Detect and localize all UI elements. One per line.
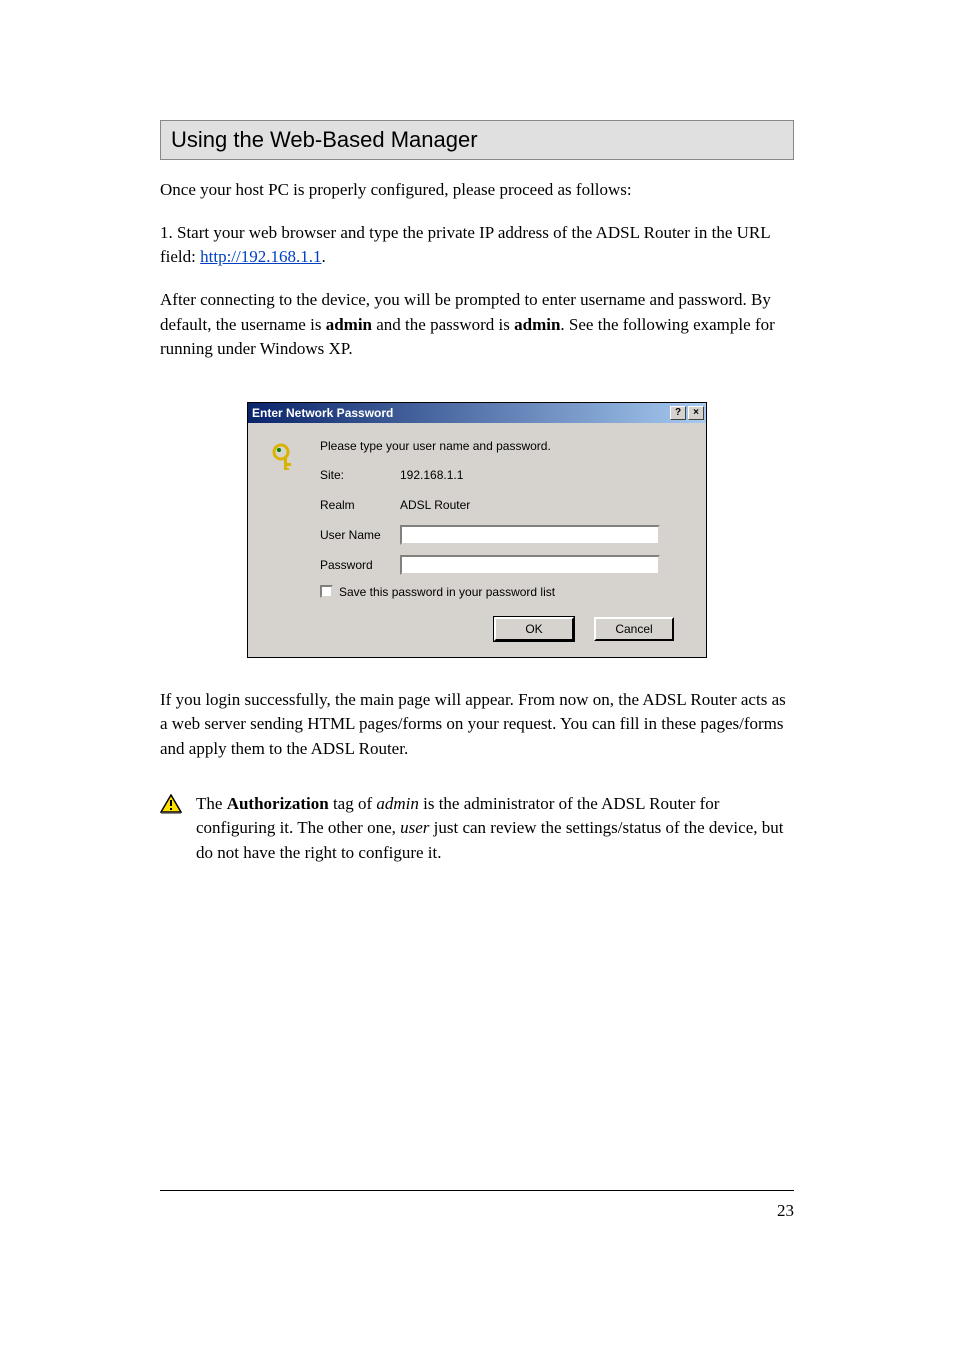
site-value: 192.168.1.1 [400,468,690,482]
credentials-paragraph: After connecting to the device, you will… [160,288,794,362]
login-dialog: Enter Network Password ? × Please type y… [247,402,707,658]
cred-example: example [693,315,751,334]
save-password-label: Save this password in your password list [339,585,555,599]
cred-text-3: . See the following [560,315,693,334]
default-password: admin [514,315,560,334]
step-1-suffix: . [322,247,326,266]
password-input[interactable] [400,555,660,575]
realm-value: ADSL Router [400,498,690,512]
key-icon [270,443,300,476]
cancel-button[interactable]: Cancel [594,617,674,641]
ok-button[interactable]: OK [494,617,574,641]
dialog-prompt: Please type your user name and password. [320,439,690,453]
cred-text-2: and the password is [372,315,514,334]
warning-text: The Authorization tag of admin is the ad… [196,792,794,866]
site-label: Site: [320,468,400,482]
username-input[interactable] [400,525,660,545]
post-dialog-paragraph: If you login successfully, the main page… [160,688,794,762]
section-header: Using the Web-Based Manager [160,120,794,160]
password-label: Password [320,558,400,572]
dialog-title: Enter Network Password [252,406,668,420]
warning-icon [160,794,182,819]
close-button[interactable]: × [688,406,704,420]
warn-e1: admin [376,794,419,813]
dialog-titlebar: Enter Network Password ? × [248,403,706,423]
realm-label: Realm [320,498,400,512]
save-password-checkbox[interactable] [320,585,333,598]
step-1: 1. Start your web browser and type the p… [160,221,794,270]
help-button[interactable]: ? [670,406,686,420]
warn-e2: user [400,818,429,837]
warn-t1: The [196,794,227,813]
warn-s1: Authorization [227,794,329,813]
username-label: User Name [320,528,400,542]
router-url-link[interactable]: http://192.168.1.1 [200,247,321,266]
intro-paragraph: Once your host PC is properly configured… [160,178,794,203]
page-number: 23 [777,1201,794,1221]
default-username: admin [326,315,372,334]
footer-rule [160,1190,794,1191]
warn-t2: tag of [329,794,377,813]
